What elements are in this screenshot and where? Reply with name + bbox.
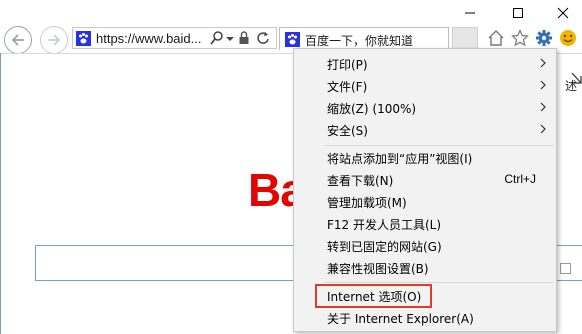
star-icon: [511, 29, 529, 47]
home-icon: [488, 30, 504, 46]
menu-separator: [325, 282, 553, 283]
minimize-icon: [465, 12, 475, 14]
tab-title: 百度一下，你就知道: [305, 34, 414, 48]
forward-arrow-icon: [48, 34, 61, 46]
menu-item-label: F12 开发人员工具(L): [327, 218, 442, 232]
menu-item-label: 打印(P): [327, 58, 368, 72]
menu-item-label: 关于 Internet Explorer(A): [327, 312, 474, 326]
menu-item-label: 兼容性视图设置(B): [327, 262, 429, 276]
highlight-box: [315, 284, 432, 308]
back-arrow-icon: [11, 34, 24, 46]
chevron-right-icon: [540, 80, 546, 90]
menu-item-label: 将站点添加到“应用”视图(I): [327, 152, 473, 166]
close-icon: [557, 7, 569, 19]
dropdown-arrow-icon[interactable]: [225, 30, 235, 46]
baidu-paw-icon: [76, 31, 91, 46]
menu-item-about-ie[interactable]: 关于 Internet Explorer(A): [294, 307, 556, 329]
chevron-right-icon: [540, 124, 546, 134]
gear-icon: [536, 30, 552, 46]
tools-button[interactable]: [534, 28, 554, 48]
chevron-right-icon: [540, 102, 546, 112]
menu-item-manage-addons[interactable]: 管理加载项(M): [294, 191, 556, 213]
tools-menu: 打印(P) 文件(F) 缩放(Z) (100%) 安全(S) 将站点添加到“应用…: [293, 48, 557, 332]
address-bar[interactable]: https://www.baid...: [72, 27, 277, 49]
menu-item-shortcut: Ctrl+J: [504, 172, 536, 186]
menu-item-label: 文件(F): [327, 80, 368, 94]
menu-separator: [325, 145, 553, 146]
forward-button[interactable]: [40, 26, 68, 54]
close-button[interactable]: [548, 2, 578, 24]
tab-baidu[interactable]: 百度一下，你就知道: [279, 27, 449, 50]
content-left-border: [0, 53, 1, 334]
menu-item-label: 管理加载项(M): [327, 196, 407, 210]
search-icon[interactable]: [210, 30, 224, 46]
menu-item-view-downloads[interactable]: 查看下载(N) Ctrl+J: [294, 169, 556, 191]
page-side-text: 述: [565, 79, 578, 93]
favorites-button[interactable]: [510, 28, 530, 48]
menu-item-file[interactable]: 文件(F): [294, 75, 556, 97]
refresh-icon[interactable]: [256, 30, 270, 46]
minimize-button[interactable]: [455, 2, 485, 24]
menu-item-compat-view[interactable]: 兼容性视图设置(B): [294, 257, 556, 279]
new-tab-button[interactable]: [452, 27, 478, 50]
menu-item-print[interactable]: 打印(P): [294, 53, 556, 75]
menu-item-label: 安全(S): [327, 124, 368, 138]
lock-icon[interactable]: [238, 30, 250, 46]
maximize-icon: [513, 8, 523, 18]
maximize-button[interactable]: [503, 2, 533, 24]
menu-item-pinned-sites[interactable]: 转到已固定的网站(G): [294, 235, 556, 257]
menu-item-label: 查看下载(N): [327, 174, 394, 188]
menu-item-add-to-apps[interactable]: 将站点添加到“应用”视图(I): [294, 147, 556, 169]
home-button[interactable]: [486, 28, 506, 48]
checkbox[interactable]: [560, 263, 571, 274]
baidu-paw-icon: [285, 32, 300, 47]
menu-item-dev-tools[interactable]: F12 开发人员工具(L): [294, 213, 556, 235]
menu-item-zoom[interactable]: 缩放(Z) (100%): [294, 97, 556, 119]
feedback-button[interactable]: [558, 28, 578, 48]
menu-item-label: 转到已固定的网站(G): [327, 240, 442, 254]
back-button[interactable]: [4, 26, 32, 54]
url-text[interactable]: https://www.baid...: [96, 31, 202, 46]
smiley-icon: [560, 30, 576, 46]
menu-item-safety[interactable]: 安全(S): [294, 119, 556, 141]
menu-item-label: 缩放(Z) (100%): [327, 102, 417, 116]
chevron-right-icon: [540, 58, 546, 68]
